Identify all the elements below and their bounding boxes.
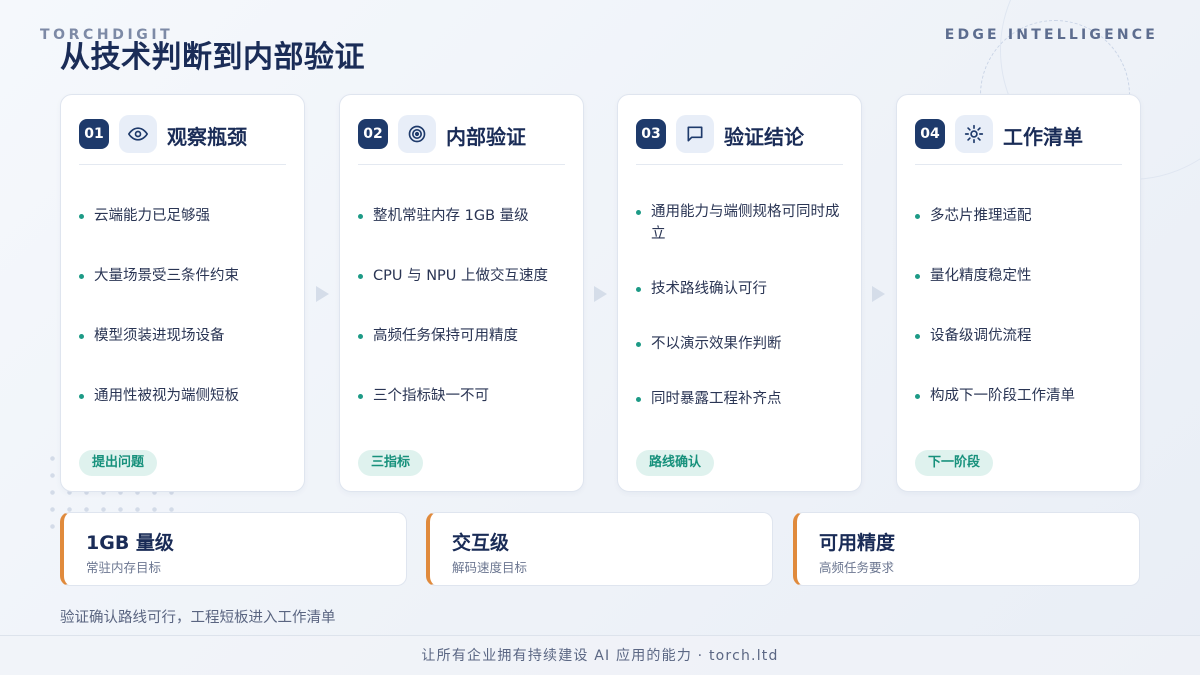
card-header: 02 内部验证 — [358, 115, 565, 165]
metric-card-memory: 1GB 量级 常驻内存目标 — [60, 512, 407, 586]
card-tag: 下一阶段 — [915, 450, 994, 476]
card-item-list: 整机常驻内存 1GB 量级 CPU 与 NPU 上做交互速度 高频任务保持可用精… — [358, 195, 569, 407]
metric-cards: 1GB 量级 常驻内存目标 交互级 解码速度目标 可用精度 高频任务要求 — [60, 512, 1140, 586]
card-title: 观察瓶颈 — [167, 125, 247, 149]
step-number-badge: 03 — [636, 119, 666, 149]
metric-value: 可用精度 — [819, 532, 896, 554]
list-item: 多芯片推理适配 — [915, 205, 1126, 227]
list-item: 云端能力已足够强 — [79, 205, 290, 227]
metric-label: 高频任务要求 — [819, 560, 895, 575]
eye-icon — [119, 115, 157, 153]
footer-slogan: 让所有企业拥有持续建设 AI 应用的能力 · torch.ltd — [0, 635, 1200, 675]
list-item: 整机常驻内存 1GB 量级 — [358, 205, 569, 227]
card-tag: 路线确认 — [636, 450, 715, 476]
card-title: 内部验证 — [446, 125, 526, 149]
step-number-badge: 02 — [358, 119, 388, 149]
arrow-right-icon — [316, 286, 329, 302]
metric-value: 1GB 量级 — [86, 532, 174, 554]
list-item: 量化精度稳定性 — [915, 265, 1126, 287]
step-card-2: 02 内部验证 整机常驻内存 1GB 量级 CPU 与 NPU 上做交互速度 高… — [339, 94, 584, 492]
card-header: 03 验证结论 — [636, 115, 843, 165]
list-item: CPU 与 NPU 上做交互速度 — [358, 265, 569, 287]
card-tag: 三指标 — [358, 450, 424, 476]
list-item: 通用性被视为端侧短板 — [79, 385, 290, 407]
step-number-badge: 04 — [915, 119, 945, 149]
card-header: 04 工作清单 — [915, 115, 1122, 165]
list-item: 三个指标缺一不可 — [358, 385, 569, 407]
metric-value: 交互级 — [452, 532, 510, 554]
list-item: 模型须装进现场设备 — [79, 325, 290, 347]
target-icon — [398, 115, 436, 153]
list-item: 同时暴露工程补齐点 — [636, 388, 847, 410]
arrow-right-icon — [594, 286, 607, 302]
step-card-4: 04 工作清单 多芯片推理适配 量化精度稳定性 设备级调优流程 构成下一阶段工作… — [896, 94, 1141, 492]
summary-text: 验证确认路线可行，工程短板进入工作清单 — [60, 610, 336, 626]
card-header: 01 观察瓶颈 — [79, 115, 286, 165]
list-item: 构成下一阶段工作清单 — [915, 385, 1126, 407]
step-number-badge: 01 — [79, 119, 109, 149]
header-tagline: EDGE INTELLIGENCE — [944, 27, 1158, 43]
metric-card-speed: 交互级 解码速度目标 — [426, 512, 773, 586]
page-title: 从技术判断到内部验证 — [60, 40, 365, 75]
metric-label: 常驻内存目标 — [86, 560, 162, 575]
card-title: 工作清单 — [1003, 125, 1083, 149]
card-title: 验证结论 — [724, 125, 804, 149]
list-item: 技术路线确认可行 — [636, 278, 847, 300]
arrow-right-icon — [872, 286, 885, 302]
card-tag: 提出问题 — [79, 450, 158, 476]
card-item-list: 通用能力与端侧规格可同时成立 技术路线确认可行 不以演示效果作判断 同时暴露工程… — [636, 195, 847, 410]
step-cards: 01 观察瓶颈 云端能力已足够强 大量场景受三条件约束 模型须装进现场设备 通用… — [60, 94, 1141, 492]
metric-label: 解码速度目标 — [452, 560, 528, 575]
comment-icon — [676, 115, 714, 153]
metric-card-accuracy: 可用精度 高频任务要求 — [793, 512, 1140, 586]
list-item: 大量场景受三条件约束 — [79, 265, 290, 287]
step-card-1: 01 观察瓶颈 云端能力已足够强 大量场景受三条件约束 模型须装进现场设备 通用… — [60, 94, 305, 492]
list-item: 不以演示效果作判断 — [636, 333, 847, 355]
gear-icon — [955, 115, 993, 153]
card-item-list: 云端能力已足够强 大量场景受三条件约束 模型须装进现场设备 通用性被视为端侧短板 — [79, 195, 290, 407]
card-item-list: 多芯片推理适配 量化精度稳定性 设备级调优流程 构成下一阶段工作清单 — [915, 195, 1126, 407]
list-item: 通用能力与端侧规格可同时成立 — [636, 201, 847, 245]
list-item: 设备级调优流程 — [915, 325, 1126, 347]
list-item: 高频任务保持可用精度 — [358, 325, 569, 347]
step-card-3: 03 验证结论 通用能力与端侧规格可同时成立 技术路线确认可行 不以演示效果作判… — [617, 94, 862, 492]
